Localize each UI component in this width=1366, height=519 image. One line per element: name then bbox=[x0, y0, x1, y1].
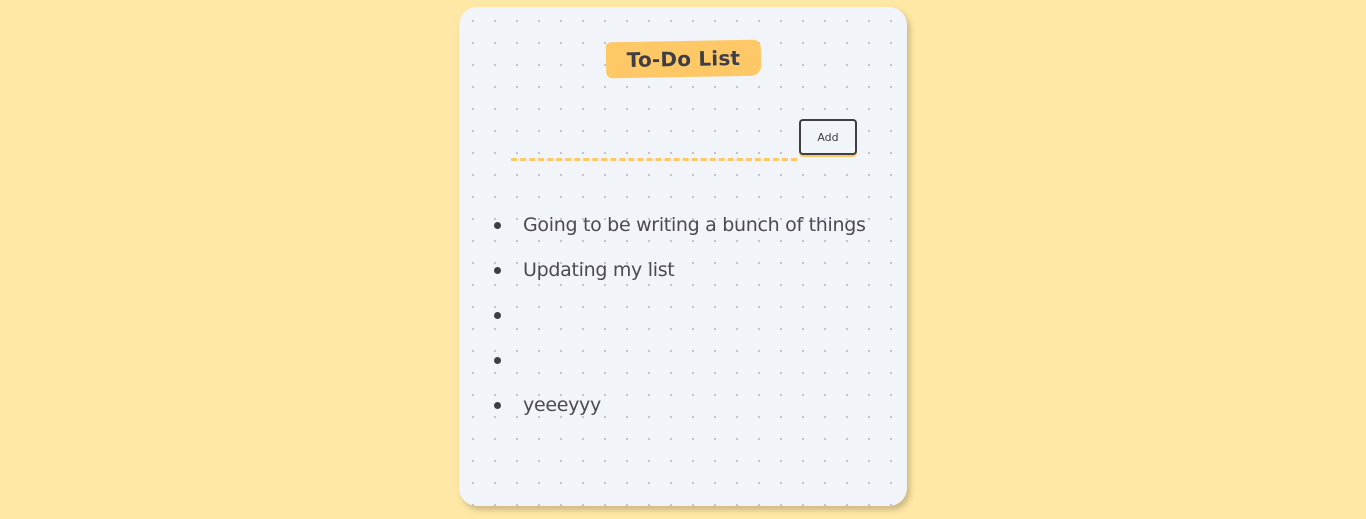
input-underline bbox=[511, 158, 797, 161]
bullet-icon bbox=[494, 357, 501, 364]
bullet-icon bbox=[494, 267, 501, 274]
bullet-icon bbox=[494, 222, 501, 229]
bullet-icon bbox=[494, 402, 501, 409]
list-item[interactable] bbox=[489, 293, 899, 338]
list-item[interactable]: Going to be writing a bunch of things bbox=[489, 203, 899, 248]
todo-card: To-Do List Add Going to be writing a bun… bbox=[459, 7, 907, 506]
task-input[interactable] bbox=[511, 127, 797, 157]
add-button[interactable]: Add bbox=[799, 119, 857, 155]
page-title: To-Do List bbox=[605, 39, 762, 79]
task-text: Updating my list bbox=[523, 259, 675, 281]
bullet-icon bbox=[494, 312, 501, 319]
task-list: Going to be writing a bunch of things Up… bbox=[489, 203, 899, 428]
task-text: Going to be writing a bunch of things bbox=[523, 214, 866, 236]
list-item[interactable]: Updating my list bbox=[489, 248, 899, 293]
task-text: yeeeyyy bbox=[523, 394, 601, 416]
list-item[interactable] bbox=[489, 338, 899, 383]
list-item[interactable]: yeeeyyy bbox=[489, 383, 899, 428]
